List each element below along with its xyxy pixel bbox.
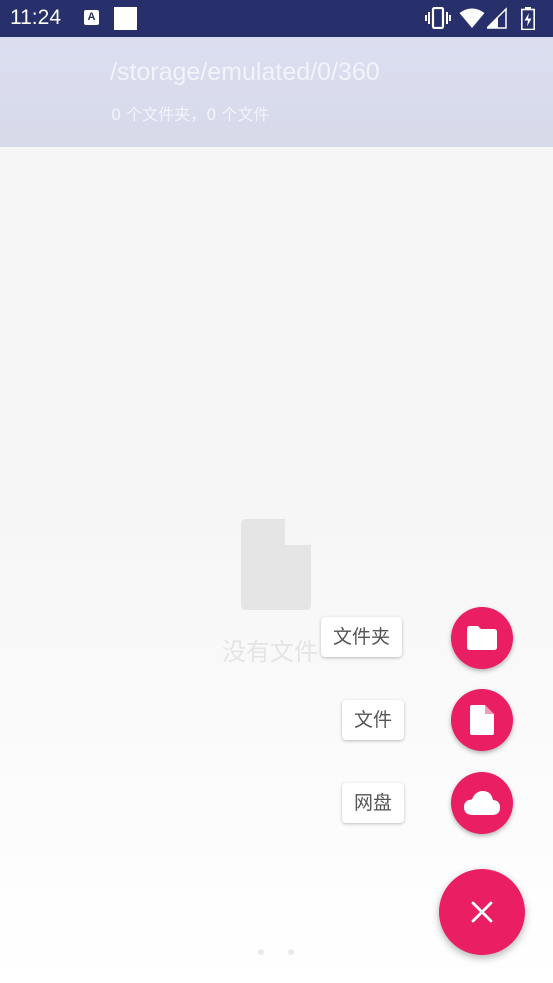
file-icon <box>241 519 311 610</box>
close-icon <box>471 901 493 923</box>
status-time: 11:24 <box>10 6 61 29</box>
file-icon <box>470 705 494 735</box>
cloud-drive-label[interactable]: 网盘 <box>342 783 405 823</box>
close-menu-button[interactable] <box>439 869 525 955</box>
blank-notification-icon <box>114 7 137 30</box>
file-list-area[interactable] <box>0 37 553 983</box>
new-folder-label[interactable]: 文件夹 <box>321 617 403 657</box>
vibrate-icon <box>425 7 451 29</box>
battery-icon <box>521 7 535 30</box>
new-folder-button[interactable] <box>451 607 513 669</box>
status-bar: 11:24 A <box>0 0 553 37</box>
cloud-icon <box>464 791 500 815</box>
app-bar <box>0 37 553 147</box>
status-icons <box>425 7 545 30</box>
signal-icon <box>487 7 507 29</box>
current-path: /storage/emulated/0/360 <box>110 58 380 86</box>
folder-icon <box>467 626 497 650</box>
empty-message: 没有文件 <box>222 638 318 666</box>
new-file-button[interactable] <box>451 689 513 751</box>
page-indicator <box>252 949 302 955</box>
wifi-icon <box>459 8 485 28</box>
text-notification-icon: A <box>84 10 99 25</box>
folder-file-count: 0 个文件夹，0 个文件 <box>111 105 270 124</box>
cloud-drive-button[interactable] <box>451 772 513 834</box>
new-file-label[interactable]: 文件 <box>342 700 405 740</box>
